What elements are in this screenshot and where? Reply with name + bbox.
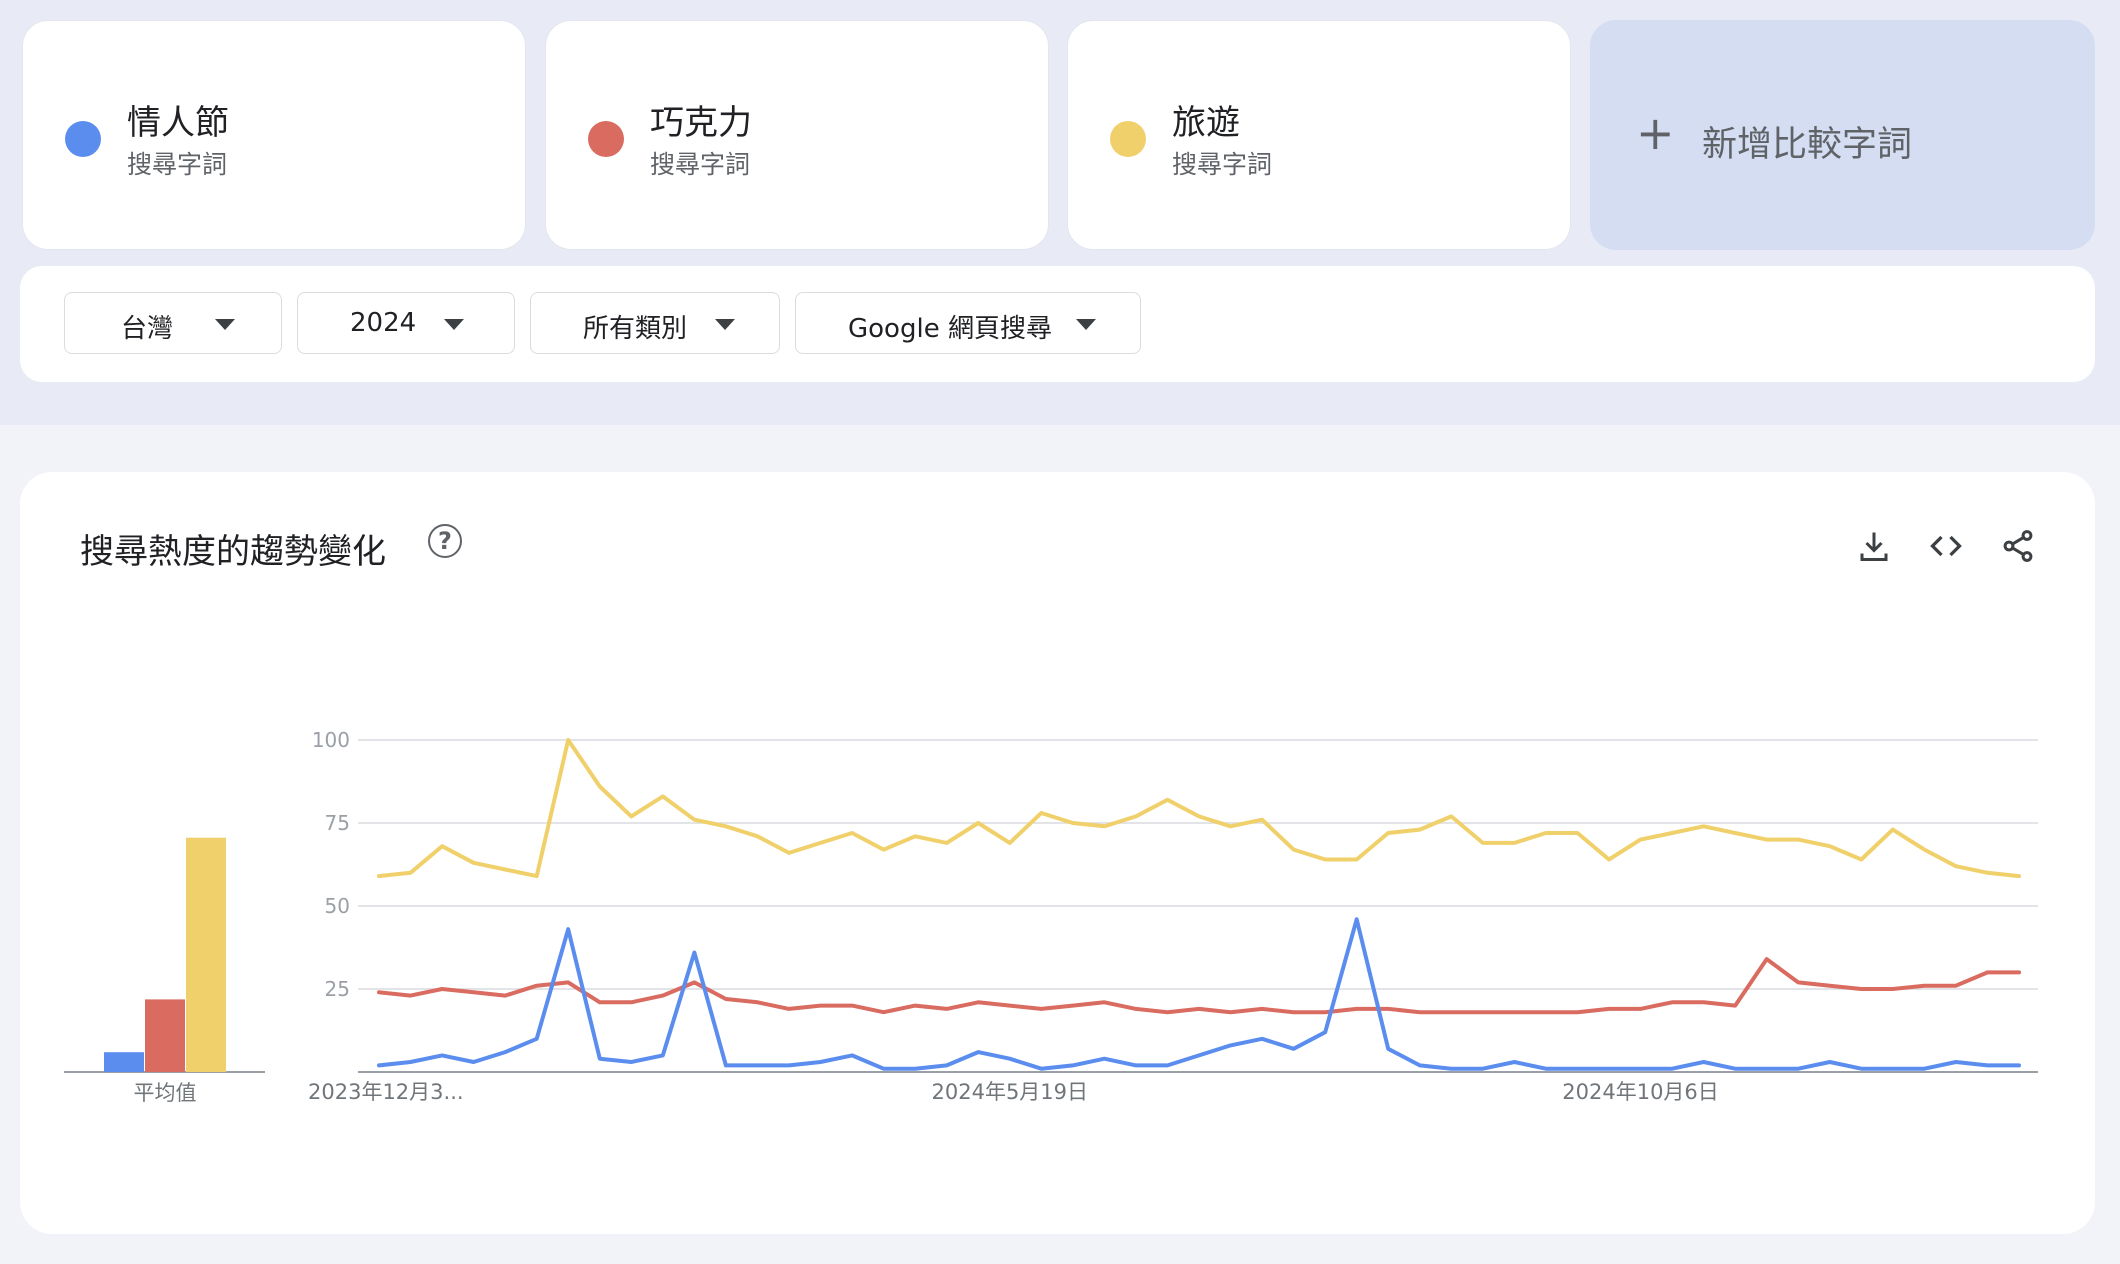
category-value: 所有類別 xyxy=(583,314,688,344)
caret-down-icon xyxy=(1076,319,1096,330)
term-color-dot xyxy=(1110,121,1146,157)
term-type: 搜尋字詞 xyxy=(650,150,751,179)
y-tick-label: 75 xyxy=(325,811,350,835)
search-type-dropdown[interactable]: Google 網頁搜尋 xyxy=(795,292,1141,354)
term-card-1[interactable]: 情人節 搜尋字詞 xyxy=(22,20,526,250)
region-value: 台灣 xyxy=(121,314,174,344)
x-tick-label: 2024年5月19日 xyxy=(932,1080,1089,1104)
term-type: 搜尋字詞 xyxy=(127,150,228,179)
caret-down-icon xyxy=(715,319,735,330)
term-color-dot xyxy=(65,121,101,157)
y-tick-label: 50 xyxy=(325,894,350,918)
trend-line-chart: 25 50 75 100 2023年12月3... 2024年5月19日 2024年10月6… xyxy=(308,728,2038,1104)
term-name: 旅遊 xyxy=(1172,103,1240,143)
term-card-3[interactable]: 旅遊 搜尋字詞 xyxy=(1067,20,1571,250)
region-dropdown[interactable]: 台灣 xyxy=(64,292,282,354)
term-card-2[interactable]: 巧克力 搜尋字詞 xyxy=(545,20,1049,250)
period-value: 2024 xyxy=(350,308,417,338)
x-tick-label: 2023年12月3... xyxy=(308,1080,464,1104)
period-dropdown[interactable]: 2024 xyxy=(297,292,515,354)
add-comparison-label: 新增比較字詞 xyxy=(1702,125,1913,165)
series-line-1 xyxy=(377,917,2021,1071)
search-type-value: Google 網頁搜尋 xyxy=(848,314,1052,344)
category-dropdown[interactable]: 所有類別 xyxy=(530,292,780,354)
term-type: 搜尋字詞 xyxy=(1172,150,1273,179)
add-comparison-button[interactable]: + 新增比較字詞 xyxy=(1590,20,2095,250)
filter-bar: 台灣 2024 所有類別 Google 網頁搜尋 xyxy=(20,266,2095,382)
series-line-3 xyxy=(377,738,2021,879)
caret-down-icon xyxy=(215,319,235,330)
series-line-2 xyxy=(377,957,2021,1015)
term-color-dot xyxy=(588,121,624,157)
term-name: 情人節 xyxy=(127,103,229,143)
term-name: 巧克力 xyxy=(650,103,752,143)
y-tick-label: 25 xyxy=(325,977,350,1001)
x-tick-label: 2024年10月6日 xyxy=(1562,1080,1719,1104)
caret-down-icon xyxy=(444,319,464,330)
plus-icon: + xyxy=(1636,106,1675,160)
interest-over-time-card: 搜尋熱度的趨勢變化 ? 平均值 25 50 75 100 2023年12月3... 202… xyxy=(20,472,2095,1234)
y-tick-label: 100 xyxy=(312,728,350,752)
